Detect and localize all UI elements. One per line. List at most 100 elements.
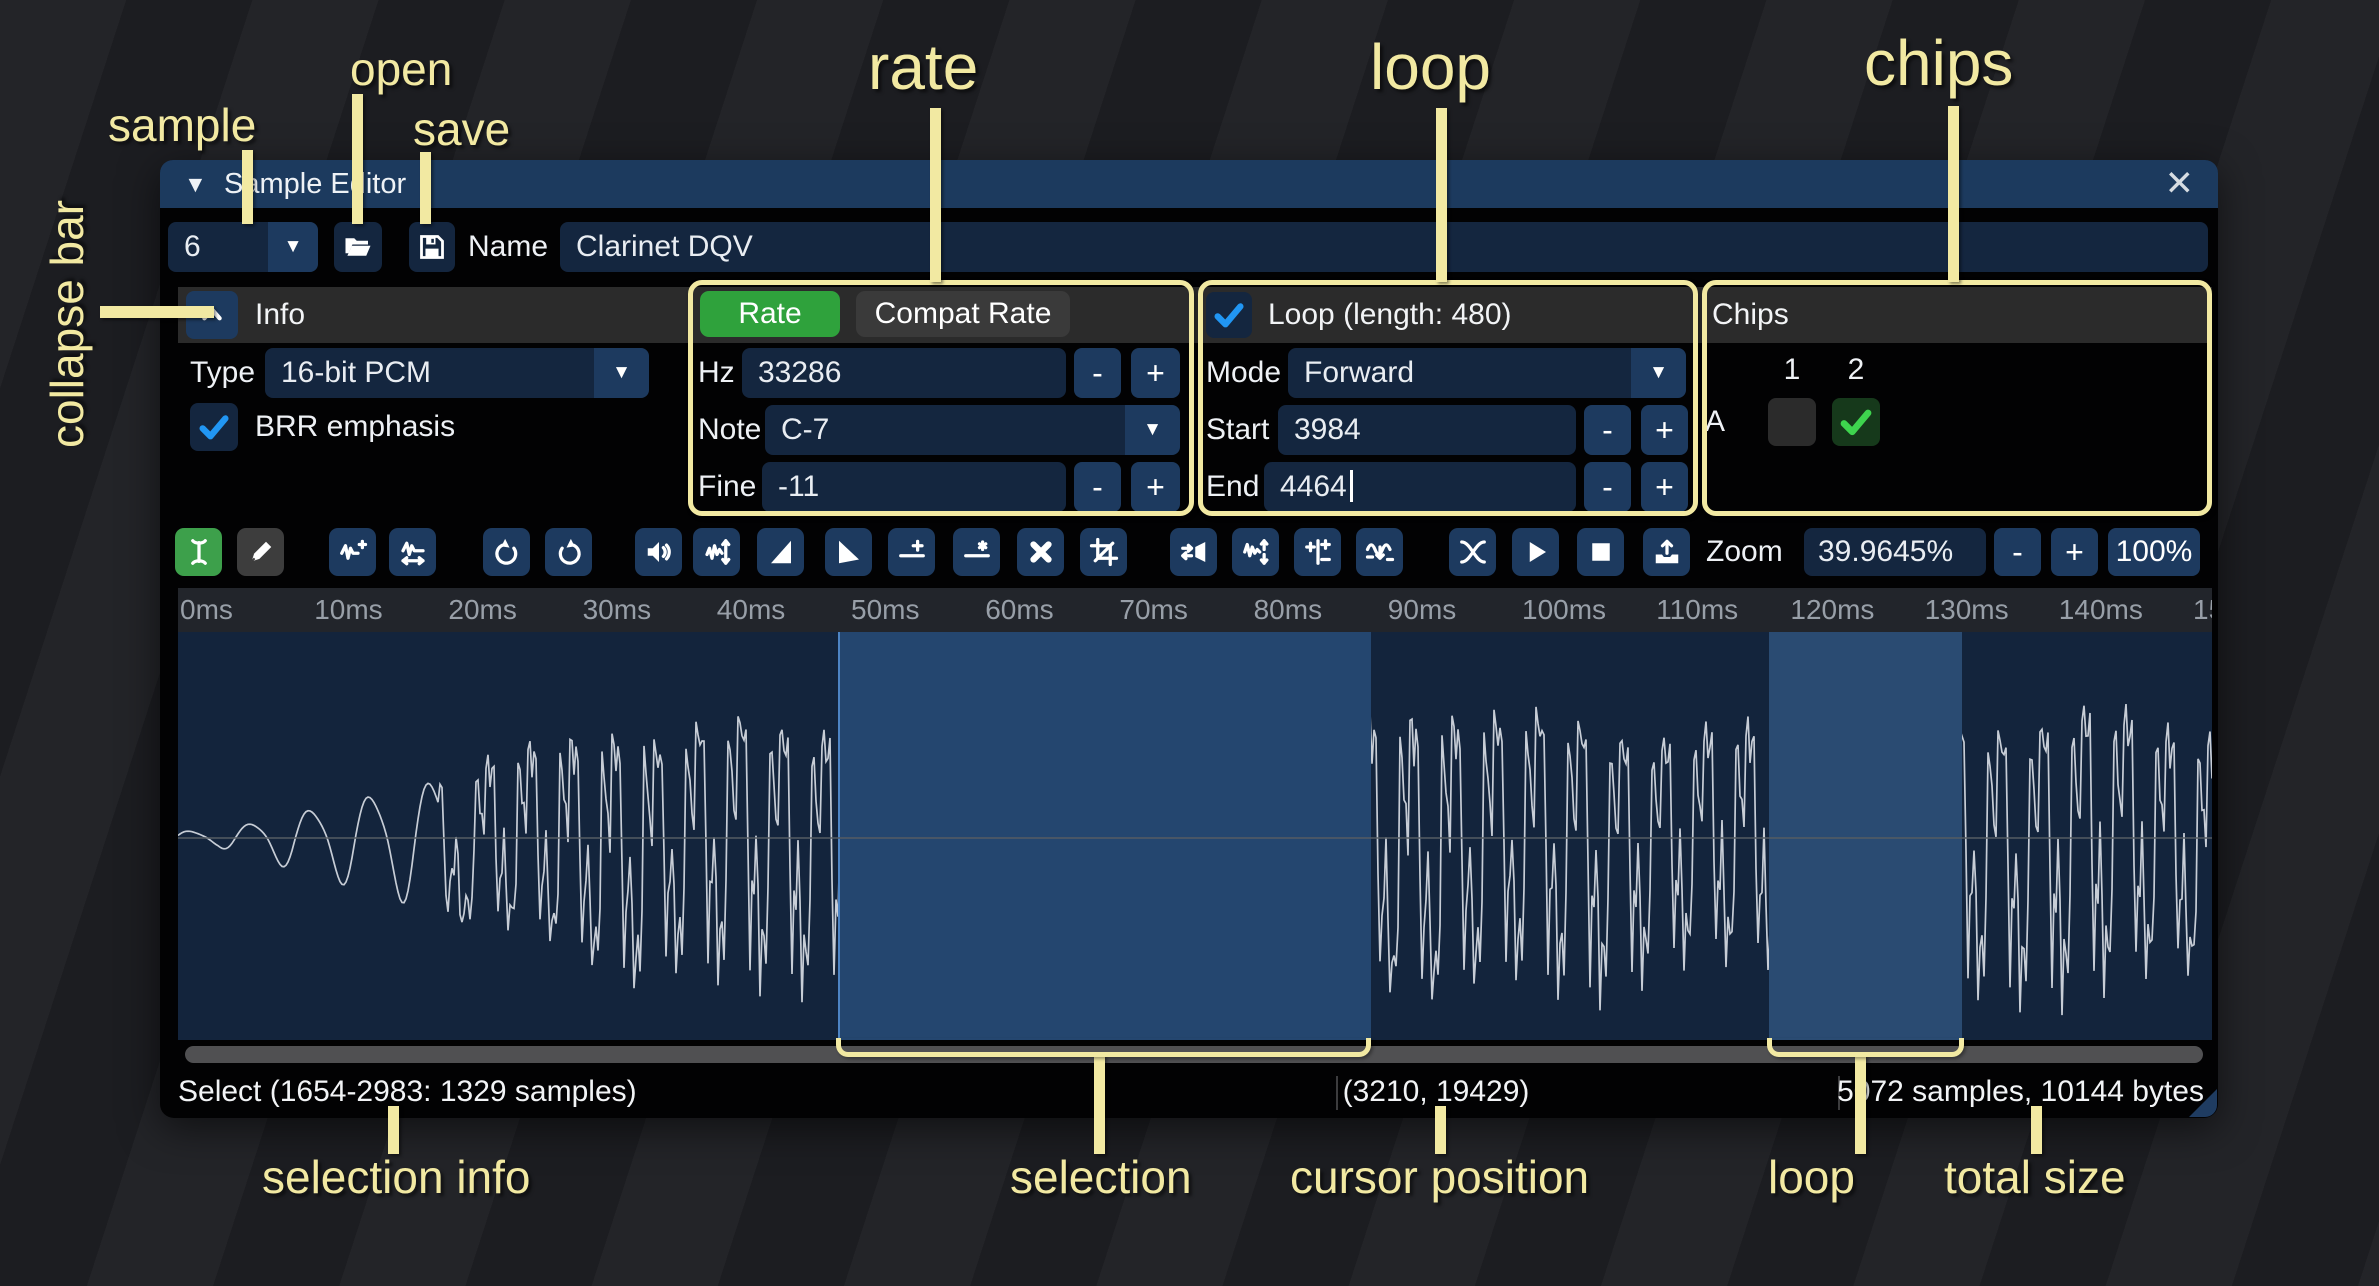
- applysilence-icon: [962, 537, 992, 567]
- loop-header: Loop (length: 480): [1268, 287, 1512, 343]
- timeline-label: 0ms: [180, 594, 233, 626]
- zoom-out-button[interactable]: -: [1994, 528, 2041, 576]
- redo-button[interactable]: [545, 528, 592, 576]
- window-collapse-icon[interactable]: ▼: [184, 160, 207, 208]
- note-dropdown-arrow-icon[interactable]: ▼: [1125, 405, 1180, 455]
- loop-mode-dropdown-arrow-icon[interactable]: ▼: [1631, 348, 1686, 398]
- loop-start-minus-button[interactable]: -: [1584, 405, 1631, 455]
- annotation-line-save: [420, 152, 431, 224]
- annotation-open: open: [350, 42, 452, 96]
- loop-bracket: [1767, 1038, 1964, 1057]
- hz-minus-button[interactable]: -: [1074, 348, 1121, 398]
- text-caret: [1350, 470, 1353, 502]
- title-bar[interactable]: ▼ Sample Editor ✕: [160, 160, 2218, 208]
- chip-enable-checkbox[interactable]: [1768, 398, 1816, 446]
- signedness-button[interactable]: [1294, 528, 1341, 576]
- loop-mode-select[interactable]: Forward: [1288, 348, 1647, 398]
- loop-region[interactable]: [1769, 632, 1962, 1040]
- annotation-loop-top: loop: [1370, 30, 1491, 104]
- fade-in-button[interactable]: [757, 528, 804, 576]
- resize-grip[interactable]: [2189, 1089, 2217, 1117]
- loop-end-plus-button[interactable]: +: [1641, 462, 1688, 512]
- apply-silence-button[interactable]: [953, 528, 1000, 576]
- undo-button[interactable]: [483, 528, 530, 576]
- total-size-text: 5072 samples, 10144 bytes: [1837, 1068, 2204, 1116]
- annotation-line-selection-info: [388, 1106, 399, 1154]
- annotation-rate: rate: [868, 30, 978, 104]
- fine-input[interactable]: -11: [762, 462, 1066, 512]
- resize-button[interactable]: [329, 528, 376, 576]
- normalize-button[interactable]: [693, 528, 740, 576]
- save-sample-button[interactable]: [409, 222, 455, 272]
- normalize-icon: [702, 537, 732, 567]
- type-select[interactable]: 16-bit PCM: [265, 348, 610, 398]
- brr-emphasis-checkbox[interactable]: [190, 403, 238, 451]
- note-select[interactable]: C-7: [765, 405, 1141, 455]
- loop-start-input[interactable]: 3984: [1278, 405, 1576, 455]
- invert-button[interactable]: [1232, 528, 1279, 576]
- loop-start-plus-button[interactable]: +: [1641, 405, 1688, 455]
- timeline-label: 140ms: [2059, 594, 2143, 626]
- hz-plus-button[interactable]: +: [1131, 348, 1180, 398]
- open-sample-button[interactable]: [334, 222, 382, 272]
- chip-enable-checkbox[interactable]: [1832, 398, 1880, 446]
- preview-play-button[interactable]: [1512, 528, 1559, 576]
- selection-region[interactable]: [838, 632, 1371, 1040]
- sample-index-select[interactable]: 6: [168, 222, 284, 272]
- annotation-selection-info: selection info: [262, 1150, 531, 1204]
- crossfade-loop-button[interactable]: [1449, 528, 1496, 576]
- annotation-line-selection: [1094, 1054, 1105, 1154]
- make-instrument-button[interactable]: [1643, 528, 1690, 576]
- select-mode-button[interactable]: [175, 528, 222, 576]
- compat-rate-tab[interactable]: Compat Rate: [856, 291, 1070, 337]
- fine-plus-button[interactable]: +: [1131, 462, 1180, 512]
- fine-minus-button[interactable]: -: [1074, 462, 1121, 512]
- fade-out-button[interactable]: [825, 528, 872, 576]
- close-icon[interactable]: ✕: [2165, 160, 2194, 208]
- name-input[interactable]: Clarinet DQV: [560, 222, 2208, 272]
- timeline-label: 60ms: [985, 594, 1053, 626]
- delete-icon: [1026, 537, 1056, 567]
- insert-silence-button[interactable]: [888, 528, 935, 576]
- timeline-label: 150ms: [2193, 594, 2212, 626]
- draw-mode-button[interactable]: [237, 528, 284, 576]
- name-label: Name: [468, 222, 548, 272]
- loop-end-minus-button[interactable]: -: [1584, 462, 1631, 512]
- timeline-ruler[interactable]: 0ms10ms20ms30ms40ms50ms60ms70ms80ms90ms1…: [178, 588, 2212, 632]
- loop-end-label: End: [1206, 462, 1259, 512]
- timeline-label: 80ms: [1254, 594, 1322, 626]
- timeline-label: 120ms: [1790, 594, 1874, 626]
- sample-index-dropdown-arrow-icon[interactable]: ▼: [268, 222, 318, 272]
- delete-button[interactable]: [1017, 528, 1064, 576]
- hz-input[interactable]: 33286: [742, 348, 1066, 398]
- zoom-input[interactable]: 39.9645%: [1804, 528, 1986, 576]
- trim-button[interactable]: [1080, 528, 1127, 576]
- rate-tab[interactable]: Rate: [700, 291, 840, 337]
- annotation-chips: chips: [1864, 26, 2013, 100]
- amplify-button[interactable]: [635, 528, 682, 576]
- resample-button[interactable]: [389, 528, 436, 576]
- loop-end-input[interactable]: 4464: [1264, 462, 1576, 512]
- timeline-label: 110ms: [1656, 594, 1738, 626]
- timeline-label: 40ms: [717, 594, 785, 626]
- annotation-cursor-position: cursor position: [1290, 1150, 1589, 1204]
- zoom-in-button[interactable]: +: [2051, 528, 2098, 576]
- play-icon: [1521, 537, 1551, 567]
- type-label: Type: [190, 348, 255, 398]
- zoom-reset-button[interactable]: 100%: [2108, 528, 2200, 576]
- reverse-button[interactable]: [1170, 528, 1217, 576]
- loop-enable-checkbox[interactable]: [1206, 292, 1252, 338]
- timeline-label: 10ms: [314, 594, 382, 626]
- speaker-icon: [644, 537, 674, 567]
- type-dropdown-arrow-icon[interactable]: ▼: [594, 348, 649, 398]
- pencil-icon: [246, 537, 276, 567]
- filter-button[interactable]: [1356, 528, 1403, 576]
- loop-start-label: Start: [1206, 405, 1269, 455]
- waveform-view[interactable]: [178, 632, 2212, 1040]
- chip-row-label: A: [1705, 398, 1725, 446]
- preview-stop-button[interactable]: [1577, 528, 1624, 576]
- checkmark-icon: [1838, 404, 1874, 440]
- timeline-label: 70ms: [1119, 594, 1187, 626]
- undo-icon: [492, 537, 522, 567]
- section-header-strip: [178, 287, 2212, 343]
